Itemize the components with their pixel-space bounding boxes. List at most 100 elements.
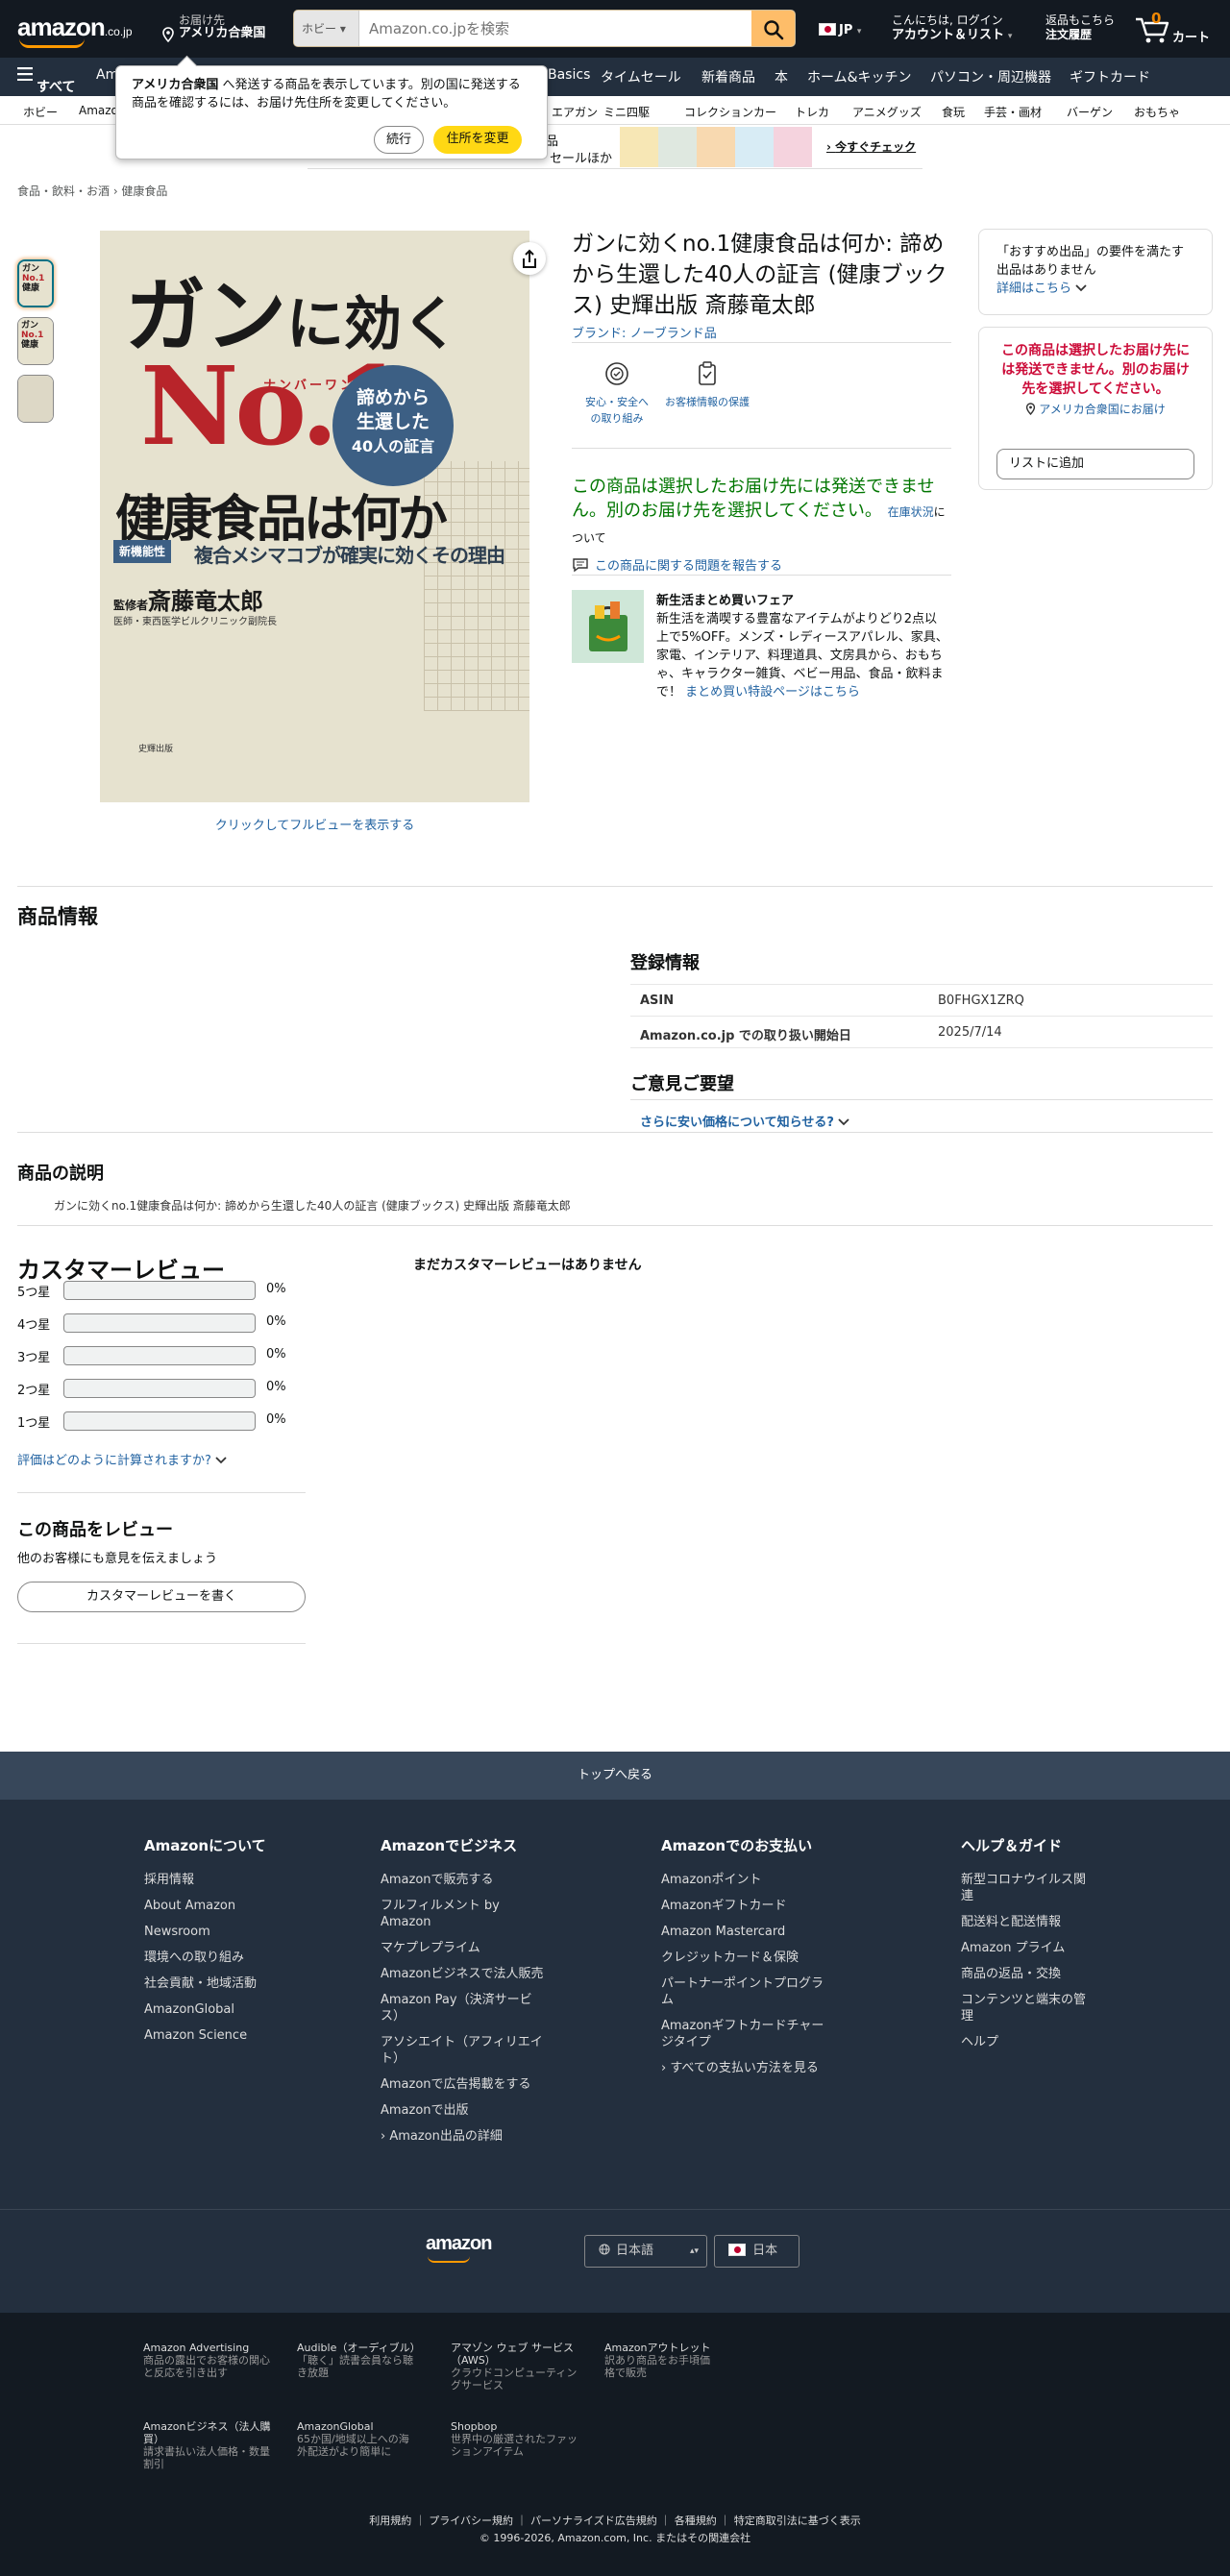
- nav-item[interactable]: タイムセール: [601, 67, 681, 86]
- sub-nav-item[interactable]: 食玩: [942, 104, 965, 120]
- footer-link[interactable]: 採用情報: [144, 1872, 308, 1888]
- language-selector[interactable]: JP ▾: [819, 23, 861, 37]
- footer-service[interactable]: Amazonアウトレット 訳あり商品をお手頃価格で販売: [604, 2342, 720, 2379]
- footer-service[interactable]: アマゾン ウェブ サービス（AWS） クラウドコンピューティングサービス: [451, 2342, 580, 2392]
- footer-service[interactable]: Shopbop 世界中の厳選されたファッションアイテム: [451, 2420, 580, 2458]
- footer-link[interactable]: Amazonで出版: [381, 2102, 544, 2119]
- footer-link[interactable]: Amazon Pay（決済サービス）: [381, 1992, 544, 2024]
- footer-link[interactable]: Amazonで広告掲載をする: [381, 2076, 544, 2093]
- legal-link[interactable]: パーソナライズド広告規約: [530, 2515, 657, 2527]
- footer-link[interactable]: Amazonビジネスで法人販売: [381, 1966, 544, 1982]
- fair-link[interactable]: まとめ買い特設ページはこちら: [685, 685, 860, 699]
- all-menu-button[interactable]: すべて: [17, 67, 75, 95]
- footer-link[interactable]: Amazonギフトカード: [661, 1898, 834, 1914]
- product-main-image[interactable]: ガンに効く ナンバーワン No.1 諦めから 生還した 40人の証言 健康食品は何か…: [100, 231, 529, 802]
- buybox-location[interactable]: アメリカ合衆国にお届け: [996, 401, 1194, 417]
- footer-link[interactable]: 環境への取り組み: [144, 1950, 308, 1966]
- sub-nav-item[interactable]: ホビー: [23, 104, 58, 120]
- sub-nav-item[interactable]: トレカ: [795, 104, 829, 120]
- details-link[interactable]: 詳細はこちら: [996, 280, 1194, 298]
- footer-link[interactable]: Amazon プライム: [961, 1940, 1091, 1956]
- footer-service[interactable]: Audible（オーディブル） 「聴く」読書会員なら聴き放題: [297, 2342, 421, 2379]
- footer-link[interactable]: › Amazon出品の詳細: [381, 2128, 544, 2145]
- nav-item[interactable]: Basics: [548, 67, 590, 83]
- legal-link[interactable]: 特定商取引法に基づく表示: [734, 2515, 861, 2527]
- cart-button[interactable]: 0 カート: [1134, 10, 1216, 48]
- breadcrumb[interactable]: 食品・飲料・お酒 › 健康食品: [17, 183, 167, 199]
- feature-privacy[interactable]: お客様情報の保護: [659, 359, 755, 410]
- nav-item[interactable]: 新着商品: [701, 67, 755, 86]
- footer-country-select[interactable]: 日本: [714, 2235, 800, 2268]
- sub-nav-item[interactable]: コレクションカー: [684, 104, 776, 120]
- star-row-2[interactable]: 2つ星 0%: [17, 1379, 306, 1398]
- back-to-top-button[interactable]: トップへ戻る: [0, 1752, 1230, 1800]
- sub-nav-item[interactable]: バーゲン: [1067, 104, 1113, 120]
- thumbnail-1[interactable]: ガン No.1 健康: [17, 259, 54, 307]
- footer-language-select[interactable]: 日本語 ▴▾: [584, 2235, 707, 2268]
- footer-link[interactable]: AmazonGlobal: [144, 2001, 308, 2018]
- banner-cta-link[interactable]: › 今すぐチェック: [826, 138, 916, 155]
- footer-link[interactable]: 商品の返品・交換: [961, 1966, 1091, 1982]
- footer-link[interactable]: About Amazon: [144, 1898, 308, 1914]
- search-input[interactable]: [361, 11, 726, 46]
- star-row-5[interactable]: 5つ星 0%: [17, 1281, 306, 1300]
- footer-logo[interactable]: amazon: [426, 2233, 492, 2255]
- footer-link[interactable]: 社会貢献・地域活動: [144, 1975, 308, 1992]
- thumbnail-3[interactable]: [17, 375, 54, 423]
- footer-service[interactable]: Amazonビジネス（法人購買） 請求書払い法人価格・数量割引: [143, 2420, 278, 2470]
- feature-safety[interactable]: 安心・安全への取り組み: [569, 359, 665, 427]
- footer-link[interactable]: Amazonポイント: [661, 1872, 834, 1888]
- stock-status-link[interactable]: 在庫状況: [888, 505, 934, 519]
- footer-link[interactable]: 新型コロナウイルス関連: [961, 1872, 1091, 1904]
- lower-price-link[interactable]: さらに安い価格について知らせる?: [640, 1112, 850, 1130]
- star-row-3[interactable]: 3つ星 0%: [17, 1346, 306, 1365]
- sub-nav-item[interactable]: ミニ四駆: [603, 104, 650, 120]
- orders-link[interactable]: 返品もこちら 注文履歴: [1046, 13, 1115, 42]
- sub-nav-item[interactable]: Amazo: [79, 104, 118, 117]
- footer-link[interactable]: 配送料と配送情報: [961, 1914, 1091, 1930]
- footer-link[interactable]: アソシエイト（アフィリエイト）: [381, 2034, 544, 2067]
- footer-link[interactable]: コンテンツと端末の管理: [961, 1992, 1091, 2024]
- brand-link[interactable]: ブランド: ノーブランド品: [572, 323, 717, 341]
- footer-service[interactable]: AmazonGlobal 65か国/地域以上への海外配送がより簡単に: [297, 2420, 417, 2458]
- continue-button[interactable]: 続行: [374, 126, 424, 154]
- nav-item[interactable]: ギフトカード: [1070, 67, 1150, 86]
- full-view-link[interactable]: クリックしてフルビューを表示する: [100, 815, 529, 833]
- nav-item[interactable]: ホーム&キッチン: [807, 67, 912, 86]
- footer-link[interactable]: Amazonで販売する: [381, 1872, 544, 1888]
- thumbnail-2[interactable]: ガン No.1 健康: [17, 317, 54, 365]
- add-to-list-button[interactable]: リストに追加: [996, 449, 1194, 479]
- footer-link[interactable]: Amazon Science: [144, 2027, 308, 2044]
- footer-link[interactable]: Newsroom: [144, 1924, 308, 1940]
- sub-nav-item[interactable]: おもちゃ: [1134, 104, 1180, 120]
- sub-nav-item[interactable]: 手芸・画材: [984, 104, 1042, 120]
- legal-link[interactable]: 各種規約: [675, 2515, 717, 2527]
- footer-link[interactable]: › すべての支払い方法を見る: [661, 2060, 834, 2076]
- footer-service[interactable]: Amazon Advertising 商品の露出でお客様の関心と反応を引き出す: [143, 2342, 278, 2379]
- legal-link[interactable]: 利用規約: [369, 2515, 411, 2527]
- account-menu[interactable]: こんにちは, ログイン アカウント＆リスト ▾: [892, 13, 1012, 44]
- report-issue-link[interactable]: この商品に関する問題を報告する: [572, 555, 782, 574]
- footer-link[interactable]: クレジットカード＆保険: [661, 1950, 834, 1966]
- footer-link[interactable]: Amazonギフトカードチャージタイプ: [661, 2018, 834, 2050]
- nav-item[interactable]: パソコン・周辺機器: [930, 67, 1051, 86]
- share-button[interactable]: [513, 242, 546, 275]
- sub-nav-item[interactable]: エアガン: [552, 104, 598, 120]
- footer-link[interactable]: パートナーポイントプログラム: [661, 1975, 834, 2008]
- search-button[interactable]: [751, 11, 795, 46]
- footer-link[interactable]: Amazon Mastercard: [661, 1924, 834, 1940]
- footer-link[interactable]: マケプレプライム: [381, 1940, 544, 1956]
- footer-link[interactable]: ヘルプ: [961, 2034, 1091, 2050]
- sub-nav-item[interactable]: アニメグッズ: [852, 104, 922, 120]
- nav-item[interactable]: 本: [775, 67, 788, 86]
- deliver-to[interactable]: お届け先 アメリカ合衆国: [161, 13, 265, 42]
- rating-calc-link[interactable]: 評価はどのように計算されますか?: [17, 1450, 227, 1468]
- legal-link[interactable]: プライバシー規約: [429, 2515, 513, 2527]
- write-review-button[interactable]: カスタマーレビューを書く: [17, 1582, 306, 1612]
- star-row-4[interactable]: 4つ星 0%: [17, 1313, 306, 1333]
- change-address-button[interactable]: 住所を変更: [433, 126, 522, 154]
- footer-link[interactable]: フルフィルメント by Amazon: [381, 1898, 544, 1930]
- divider: [572, 448, 951, 449]
- star-row-1[interactable]: 1つ星 0%: [17, 1411, 306, 1431]
- search-category-select[interactable]: ホビー ▾: [294, 11, 359, 46]
